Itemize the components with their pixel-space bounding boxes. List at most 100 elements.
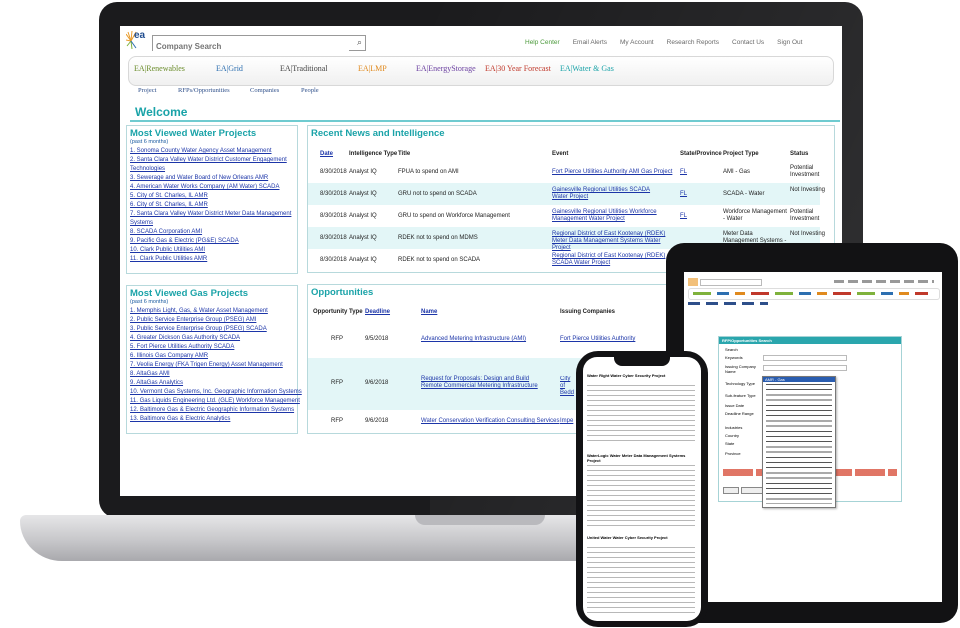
col-state: State/Province xyxy=(680,151,722,157)
list-item[interactable]: 8. AltaGas AMI xyxy=(130,370,294,379)
news-title: Recent News and Intelligence xyxy=(311,128,445,139)
tablet-search-button[interactable] xyxy=(723,487,739,494)
nav-contact-us[interactable]: Contact Us xyxy=(732,39,764,46)
list-item[interactable]: 11. Clark Public Utilities AMR xyxy=(130,255,294,264)
issuing-company-input[interactable] xyxy=(763,365,847,371)
brand-water-gas[interactable]: EA|Water & Gas xyxy=(560,64,614,73)
technology-type-dropdown[interactable]: AMR - Gas xyxy=(762,376,836,508)
page-title: Welcome xyxy=(135,105,188,119)
tablet-label: Deadline Range xyxy=(725,411,754,416)
list-item[interactable]: 3. Sewerage and Water Board of New Orlea… xyxy=(130,174,294,183)
col-name[interactable]: Name xyxy=(421,309,437,315)
top-nav: Help Center Email Alerts My Account Rese… xyxy=(525,39,802,46)
nav-help-center[interactable]: Help Center xyxy=(525,39,560,46)
col-status: Status xyxy=(790,151,809,157)
list-item[interactable]: 6. City of St. Charles, IL AMR xyxy=(130,201,294,210)
col-project-type: Project Type xyxy=(723,151,759,157)
water-projects-subtitle: (past 6 months) xyxy=(130,139,169,145)
gas-projects-subtitle: (past 6 months) xyxy=(130,299,169,305)
list-item[interactable]: 5. City of St. Charles, IL AMR xyxy=(130,192,294,201)
list-item[interactable]: 10. Vermont Gas Systems, Inc. Geographic… xyxy=(130,388,302,397)
table-row[interactable]: 8/30/2018 Analyst IQ GRU to spend on Wor… xyxy=(308,205,820,227)
table-row[interactable]: 8/30/2018 Analyst IQ FPUA to spend on AM… xyxy=(308,161,820,183)
phone-section-title: United Water Water Cyber Security Projec… xyxy=(587,535,668,540)
list-item[interactable]: 9. AltaGas Analytics xyxy=(130,379,294,388)
table-row[interactable]: 8/30/2018 Analyst IQ GRU not to spend on… xyxy=(308,183,825,205)
phone-section-title: WaterLogic Water Meter Data Management S… xyxy=(587,453,686,463)
list-item[interactable]: 1. Sonoma County Water Agency Asset Mana… xyxy=(130,147,294,156)
tablet-label: Issue Date xyxy=(725,403,745,408)
keywords-input[interactable] xyxy=(763,355,847,361)
tablet-subnav xyxy=(688,302,768,305)
tablet-label: Technology Type xyxy=(725,381,755,386)
tablet-top-nav xyxy=(834,280,934,283)
title-divider xyxy=(130,120,840,122)
nav-email-alerts[interactable]: Email Alerts xyxy=(573,39,607,46)
subnav-people[interactable]: People xyxy=(301,87,319,94)
list-item[interactable]: 11. Gas Liquids Engineering Ltd. (GLE) W… xyxy=(130,397,300,406)
nav-sign-out[interactable]: Sign Out xyxy=(777,39,802,46)
nav-research-reports[interactable]: Research Reports xyxy=(667,39,719,46)
list-item[interactable]: 3. Public Service Enterprise Group (PSEG… xyxy=(130,325,294,334)
water-projects-list: 1. Sonoma County Water Agency Asset Mana… xyxy=(127,147,297,264)
col-event: Event xyxy=(552,151,569,157)
tablet-label: Province xyxy=(725,451,741,456)
list-item[interactable]: 6. Illinois Gas Company AMR xyxy=(130,352,294,361)
brand-lmp[interactable]: EA|LMP xyxy=(358,64,387,73)
tablet-brand-bar xyxy=(688,288,940,300)
brand-renewables[interactable]: EA|Renewables xyxy=(134,64,185,73)
list-item[interactable]: 4. Greater Dickson Gas Authority SCADA xyxy=(130,334,294,343)
dropdown-options[interactable] xyxy=(766,384,832,504)
list-item[interactable]: 9. Pacific Gas & Electric (PG&E) SCADA xyxy=(130,237,294,246)
phone-details-block xyxy=(587,465,695,527)
phone-details-block xyxy=(587,385,695,445)
company-search[interactable]: ⌕ xyxy=(152,35,366,54)
tablet-label: State xyxy=(725,441,735,446)
list-item[interactable]: 4. American Water Works Company (AM Wate… xyxy=(130,183,294,192)
subnav-project[interactable]: Project xyxy=(138,87,156,94)
tablet-label: Country xyxy=(725,433,740,438)
water-projects-title: Most Viewed Water Projects xyxy=(130,128,257,139)
list-item[interactable]: 7. Santa Clara Valley Water District Met… xyxy=(130,210,294,228)
water-projects-panel: Most Viewed Water Projects (past 6 month… xyxy=(126,125,298,274)
phone-section-title: Water Right Water Cyber Security Project xyxy=(587,373,666,378)
nav-my-account[interactable]: My Account xyxy=(620,39,654,46)
brand-traditional[interactable]: EA|Traditional xyxy=(280,64,328,73)
col-deadline[interactable]: Deadline xyxy=(365,309,390,315)
col-title: Title xyxy=(398,151,411,157)
tablet-label: Keywords xyxy=(725,355,743,360)
list-item[interactable]: 1. Memphis Light, Gas, & Water Asset Man… xyxy=(130,307,294,316)
brand-30yr-forecast[interactable]: EA|30 Year Forecast xyxy=(485,64,551,73)
tablet-label: Issuing Company Name xyxy=(725,364,756,374)
col-intel-type: Intelligence Type xyxy=(349,151,398,157)
search-input[interactable] xyxy=(153,39,349,54)
tablet-logo-icon xyxy=(688,278,698,286)
tablet-search-input[interactable] xyxy=(700,279,762,286)
tablet-label: Industries xyxy=(725,425,743,430)
col-opp-type: Opportunity Type xyxy=(313,309,363,315)
dropdown-selected[interactable]: AMR - Gas xyxy=(763,377,835,382)
phone-screen: Water Right Water Cyber Security Project… xyxy=(583,357,701,621)
list-item[interactable]: 2. Public Service Enterprise Group (PSEG… xyxy=(130,316,294,325)
tablet-label: Search xyxy=(725,347,738,352)
tablet-label: Sub-feature Type xyxy=(725,393,756,398)
subnav-rfps[interactable]: RFPs/Opportunities xyxy=(178,87,230,94)
phone-details-block xyxy=(587,547,695,613)
brand-grid[interactable]: EA|Grid xyxy=(216,64,243,73)
list-item[interactable]: 12. Baltimore Gas & Electric Geographic … xyxy=(130,406,294,415)
brand-energystorage[interactable]: EA|EnergyStorage xyxy=(416,64,476,73)
col-date[interactable]: Date xyxy=(320,151,333,157)
laptop-notch xyxy=(415,515,545,525)
search-icon[interactable]: ⌕ xyxy=(357,37,362,48)
subnav-companies[interactable]: Companies xyxy=(250,87,279,94)
gas-projects-list: 1. Memphis Light, Gas, & Water Asset Man… xyxy=(127,307,302,424)
list-item[interactable]: 2. Santa Clara Valley Water District Cus… xyxy=(130,156,294,174)
list-item[interactable]: 10. Clark Public Utilities AMI xyxy=(130,246,294,255)
list-item[interactable]: 7. Veolia Energy (FKA Trigen Energy) Ass… xyxy=(130,361,294,370)
list-item[interactable]: 5. Fort Pierce Utilities Authority SCADA xyxy=(130,343,294,352)
gas-projects-title: Most Viewed Gas Projects xyxy=(130,288,249,299)
list-item[interactable]: 13. Baltimore Gas & Electric Analytics xyxy=(130,415,294,424)
tablet-screen: RFP/Opportunities Search Search Keywords… xyxy=(684,272,942,602)
list-item[interactable]: 8. SCADA Corporation AMI xyxy=(130,228,294,237)
col-issuing-companies: Issuing Companies xyxy=(560,309,616,315)
